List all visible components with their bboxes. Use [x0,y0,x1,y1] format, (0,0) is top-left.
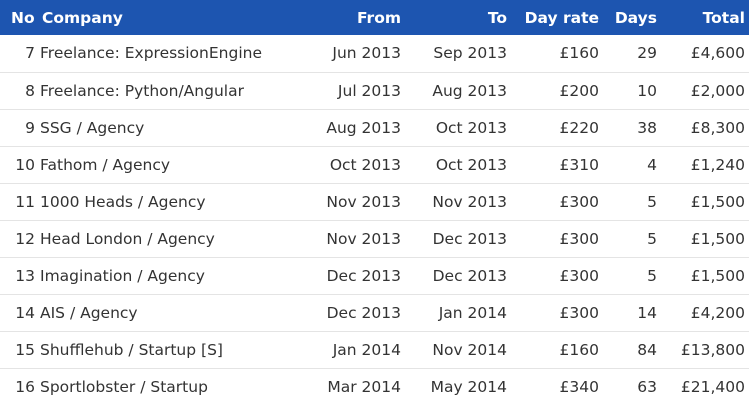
cell-company: Sportlobster / Startup [40,367,291,405]
cell-days: 5 [599,256,657,294]
header-company: Company [42,8,123,27]
cell-day-rate: £300 [507,219,599,257]
table-row: 15 Shufflehub / Startup [S] Jan 2014 Nov… [0,330,749,368]
cell-day-rate: £340 [507,367,599,405]
header-days: Days [614,8,657,27]
header-total: Total [702,8,745,27]
cell-company: Head London / Agency [40,219,291,257]
cell-from: Jan 2014 [291,330,401,368]
cell-company: Imagination / Agency [40,256,291,294]
cell-day-rate: £160 [559,44,599,63]
table-row: 11 1000 Heads / Agency Nov 2013 Nov 2013… [0,182,749,220]
cell-day-rate: £200 [507,71,599,109]
cell-from: Oct 2013 [291,145,401,183]
table-row: 13 Imagination / Agency Dec 2013 Dec 201… [0,256,749,294]
cell-company: Fathom / Agency [40,145,291,183]
header-day-rate: Day rate [524,8,599,27]
cell-day-rate: £310 [507,145,599,183]
header-row: No Company From To Day rate Days Total [0,0,749,35]
cell-company: AIS / Agency [40,293,291,331]
cell-no: 13 [0,256,40,294]
cell-days: 63 [599,367,657,405]
cell-days: 84 [599,330,657,368]
cell-no: 7 [25,44,35,63]
cell-to: May 2014 [401,367,507,405]
cell-from: Nov 2013 [291,219,401,257]
cell-from: Dec 2013 [291,256,401,294]
cell-no: 10 [0,145,40,183]
cell-days: 10 [599,71,657,109]
cell-to: Nov 2013 [401,182,507,220]
cell-to: Aug 2013 [401,71,507,109]
cell-company: SSG / Agency [40,108,291,146]
cell-day-rate: £220 [507,108,599,146]
table-header: No Company From To Day rate Days Total [0,0,749,35]
cell-no: 14 [0,293,40,331]
cell-total: £4,600 [690,44,745,63]
cell-total: £1,500 [657,256,749,294]
cell-to: Sep 2013 [433,44,507,63]
cell-company: Shufflehub / Startup [S] [40,330,291,368]
table-row: 7 Freelance: ExpressionEngine Jun 2013 S… [0,35,749,72]
cell-total: £1,500 [657,182,749,220]
cell-to: Nov 2014 [401,330,507,368]
cell-days: 4 [599,145,657,183]
cell-to: Dec 2013 [401,256,507,294]
table-row: 12 Head London / Agency Nov 2013 Dec 201… [0,219,749,257]
cell-no: 12 [0,219,40,257]
cell-days: 5 [599,219,657,257]
cell-from: Mar 2014 [291,367,401,405]
cell-total: £2,000 [657,71,749,109]
cell-no: 9 [0,108,40,146]
cell-total: £8,300 [657,108,749,146]
cell-to: Oct 2013 [401,145,507,183]
cell-from: Jul 2013 [291,71,401,109]
cell-company: 1000 Heads / Agency [40,182,291,220]
cell-total: £4,200 [657,293,749,331]
cell-from: Jun 2013 [332,44,401,63]
cell-no: 11 [0,182,40,220]
cell-to: Oct 2013 [401,108,507,146]
cell-no: 15 [0,330,40,368]
cell-days: 5 [599,182,657,220]
cell-days: 14 [599,293,657,331]
cell-to: Dec 2013 [401,219,507,257]
table-row: 8 Freelance: Python/Angular Jul 2013 Aug… [0,71,749,109]
cell-total: £21,400 [657,367,749,405]
header-no: No [11,8,35,27]
table-body: 7 Freelance: ExpressionEngine Jun 2013 S… [0,35,749,405]
cell-total: £1,500 [657,219,749,257]
cell-to: Jan 2014 [401,293,507,331]
cell-company: Freelance: Python/Angular [40,71,291,109]
contracts-table: No Company From To Day rate Days Total 7… [0,0,749,405]
header-from: From [356,8,401,27]
table-row: 10 Fathom / Agency Oct 2013 Oct 2013 £31… [0,145,749,183]
cell-day-rate: £160 [507,330,599,368]
cell-days: 38 [599,108,657,146]
cell-from: Aug 2013 [291,108,401,146]
cell-no: 8 [0,71,40,109]
cell-from: Dec 2013 [291,293,401,331]
cell-no: 16 [0,367,40,405]
cell-company: Freelance: ExpressionEngine [40,44,262,63]
cell-total: £13,800 [657,330,749,368]
cell-days: 29 [637,44,657,63]
cell-from: Nov 2013 [291,182,401,220]
cell-day-rate: £300 [507,293,599,331]
table-row: 9 SSG / Agency Aug 2013 Oct 2013 £220 38… [0,108,749,146]
table-row: 16 Sportlobster / Startup Mar 2014 May 2… [0,367,749,405]
cell-total: £1,240 [657,145,749,183]
table-row: 14 AIS / Agency Dec 2013 Jan 2014 £300 1… [0,293,749,331]
cell-day-rate: £300 [507,256,599,294]
header-to: To [487,8,507,27]
cell-day-rate: £300 [507,182,599,220]
